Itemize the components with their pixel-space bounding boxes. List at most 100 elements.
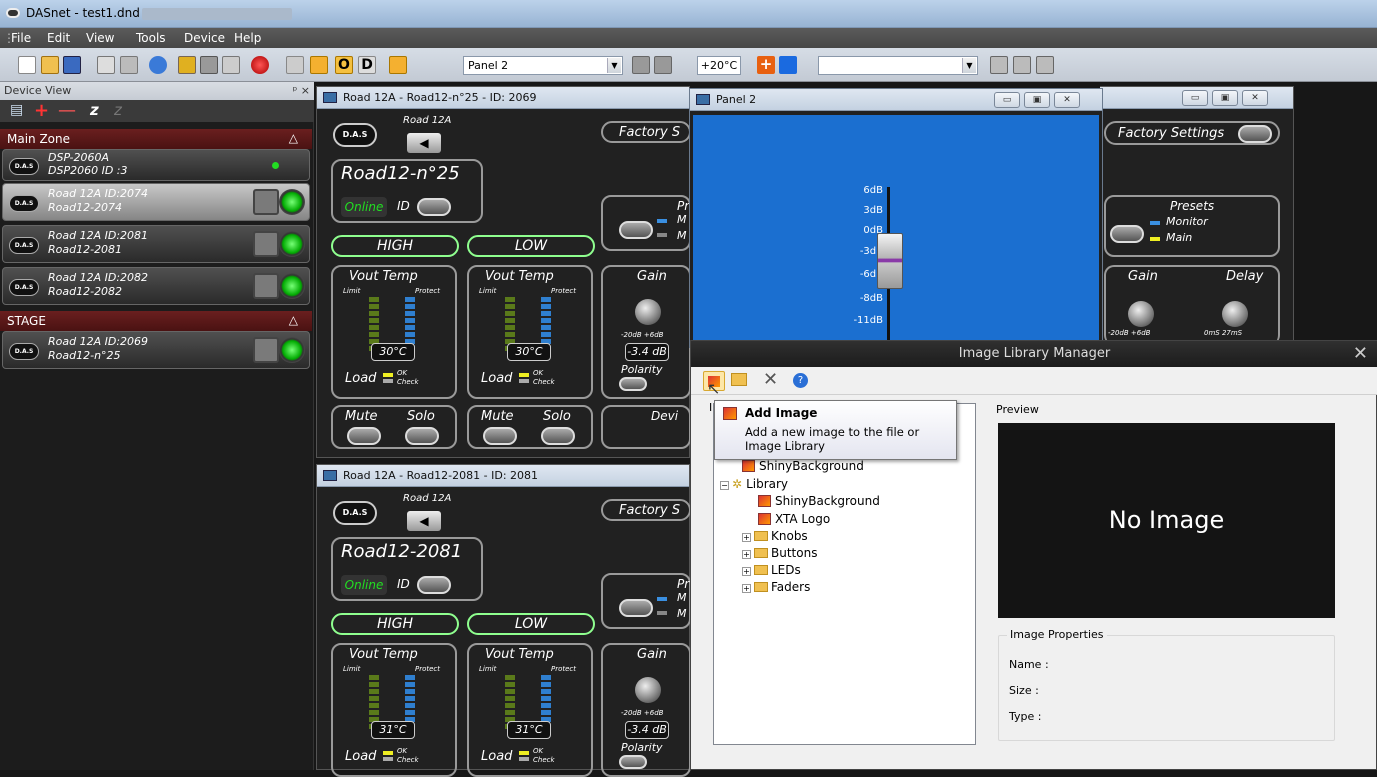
copy-icon[interactable] [97, 56, 115, 74]
menu-file[interactable]: File [11, 31, 31, 45]
solo-button[interactable] [541, 427, 575, 445]
gain-knob[interactable] [635, 299, 661, 325]
plus-icon[interactable]: + [757, 56, 775, 74]
collapse-icon[interactable]: △ [289, 131, 298, 145]
close-icon[interactable]: ✕ [1353, 341, 1368, 367]
tree-item-library-shinybackground[interactable]: ShinyBackground [758, 494, 880, 508]
expand-icon[interactable]: + [742, 550, 751, 559]
back-arrow-icon[interactable]: ◀ [407, 133, 441, 153]
minus-icon[interactable] [779, 56, 797, 74]
tree-item-buttons[interactable]: + Buttons [742, 546, 817, 560]
minimize-icon[interactable]: ▭ [994, 92, 1020, 108]
camera-export-icon[interactable] [1036, 56, 1054, 74]
delete-icon[interactable]: ✕ [763, 369, 778, 390]
fader-handle[interactable] [877, 233, 903, 289]
expand-icon[interactable]: + [742, 584, 751, 593]
tree-item-knobs[interactable]: + Knobs [742, 529, 808, 543]
tree-item-faders[interactable]: + Faders [742, 580, 810, 594]
preset-toggle-button[interactable] [1110, 225, 1144, 243]
id-toggle-button[interactable] [417, 198, 451, 216]
add-icon[interactable]: + [34, 100, 49, 121]
zone-header-stage[interactable]: STAGE △ [0, 311, 312, 331]
mute-button[interactable] [483, 427, 517, 445]
factory-settings-card[interactable]: Factory S [601, 499, 691, 521]
paste-icon[interactable] [120, 56, 138, 74]
expand-icon[interactable]: + [742, 533, 751, 542]
collapse-icon[interactable]: △ [289, 313, 298, 327]
device-settings-icon[interactable] [253, 337, 279, 363]
menu-help[interactable]: Help [234, 31, 261, 45]
back-arrow-icon[interactable]: ◀ [407, 511, 441, 531]
device-item-2081[interactable]: D.A.S Road 12A ID:2081 Road12-2081 [2, 225, 310, 263]
temperature-button[interactable]: +20°C [697, 56, 741, 75]
menu-view[interactable]: View [86, 31, 114, 45]
high-channel-pill[interactable]: HIGH [331, 613, 459, 635]
add-folder-icon[interactable] [731, 373, 747, 386]
preset-toggle-button[interactable] [619, 221, 653, 239]
device-item-2074[interactable]: D.A.S Road 12A ID:2074 Road12-2074 [2, 183, 310, 221]
panel-combo[interactable]: Panel 2 ▼ [463, 56, 623, 75]
tree-item-xta-logo[interactable]: XTA Logo [758, 512, 830, 526]
tree-item-leds[interactable]: + LEDs [742, 563, 801, 577]
polarity-button[interactable] [619, 755, 647, 769]
low-channel-pill[interactable]: LOW [467, 613, 595, 635]
zone-add-icon[interactable]: z [90, 101, 99, 119]
low-channel-pill[interactable]: LOW [467, 235, 595, 257]
solo-button[interactable] [405, 427, 439, 445]
device-item-2069[interactable]: D.A.S Road 12A ID:2069 Road12-n°25 [2, 331, 310, 369]
save-icon[interactable] [63, 56, 81, 74]
device-power-icon[interactable] [279, 231, 305, 257]
broadcast-icon[interactable] [222, 56, 240, 74]
o-button-icon[interactable]: O [335, 56, 353, 74]
panel-list-icon[interactable] [654, 56, 672, 74]
camera-icon[interactable] [1013, 56, 1031, 74]
minimize-icon[interactable]: ▭ [1182, 90, 1208, 106]
zone-header-main[interactable]: Main Zone △ [0, 129, 312, 149]
device-list-icon[interactable] [178, 56, 196, 74]
preset-combo[interactable]: ▼ [818, 56, 978, 75]
tree-item-shinybackground[interactable]: ShinyBackground [742, 459, 864, 473]
close-icon[interactable]: ✕ [1242, 90, 1268, 106]
close-icon[interactable]: ✕ [1054, 92, 1080, 108]
collapse-icon[interactable]: − [720, 481, 729, 490]
id-toggle-button[interactable] [417, 576, 451, 594]
polarity-button[interactable] [619, 377, 647, 391]
device-settings-icon[interactable] [253, 189, 279, 215]
device-item-dsp[interactable]: D.A.S DSP-2060A DSP2060 ID :3 [2, 149, 310, 181]
menu-tools[interactable]: Tools [136, 31, 166, 45]
factory-settings-button[interactable] [1238, 125, 1272, 143]
menu-device[interactable]: Device [184, 31, 225, 45]
gain-knob[interactable] [1128, 301, 1154, 327]
device-item-2082[interactable]: D.A.S Road 12A ID:2082 Road12-2082 [2, 267, 310, 305]
factory-settings-card[interactable]: Factory Settings [1104, 121, 1280, 145]
menu-edit[interactable]: Edit [47, 31, 70, 45]
remove-icon[interactable]: — [58, 100, 76, 121]
pin-close-icon[interactable]: ᵖ × [293, 84, 310, 97]
device-settings-icon[interactable] [253, 273, 279, 299]
mute-button[interactable] [347, 427, 381, 445]
users-icon[interactable] [310, 56, 328, 74]
link-icon[interactable] [286, 56, 304, 74]
high-channel-pill[interactable]: HIGH [331, 235, 459, 257]
delay-knob[interactable] [1222, 301, 1248, 327]
expand-icon[interactable]: + [742, 567, 751, 576]
device-settings-icon[interactable] [253, 231, 279, 257]
preset-toggle-button[interactable] [619, 599, 653, 617]
chevron-down-icon[interactable]: ▼ [607, 58, 621, 73]
factory-settings-card[interactable]: Factory S [601, 121, 691, 143]
gain-knob[interactable] [635, 677, 661, 703]
new-file-icon[interactable] [18, 56, 36, 74]
zone-remove-icon[interactable]: z [114, 101, 122, 119]
help-icon[interactable] [149, 56, 167, 74]
device-power-icon[interactable] [279, 189, 305, 215]
d-button-icon[interactable]: D [358, 56, 376, 74]
list-icon[interactable]: ▤ [10, 102, 23, 118]
help-icon[interactable]: ? [793, 373, 808, 388]
maximize-icon[interactable]: ▣ [1212, 90, 1238, 106]
upload-icon[interactable] [990, 56, 1008, 74]
record-icon[interactable] [251, 56, 269, 74]
device-power-icon[interactable] [279, 337, 305, 363]
panel-grid-icon[interactable] [632, 56, 650, 74]
tree-item-library[interactable]: − ✲ Library [720, 477, 788, 491]
chevron-down-icon[interactable]: ▼ [962, 58, 976, 73]
